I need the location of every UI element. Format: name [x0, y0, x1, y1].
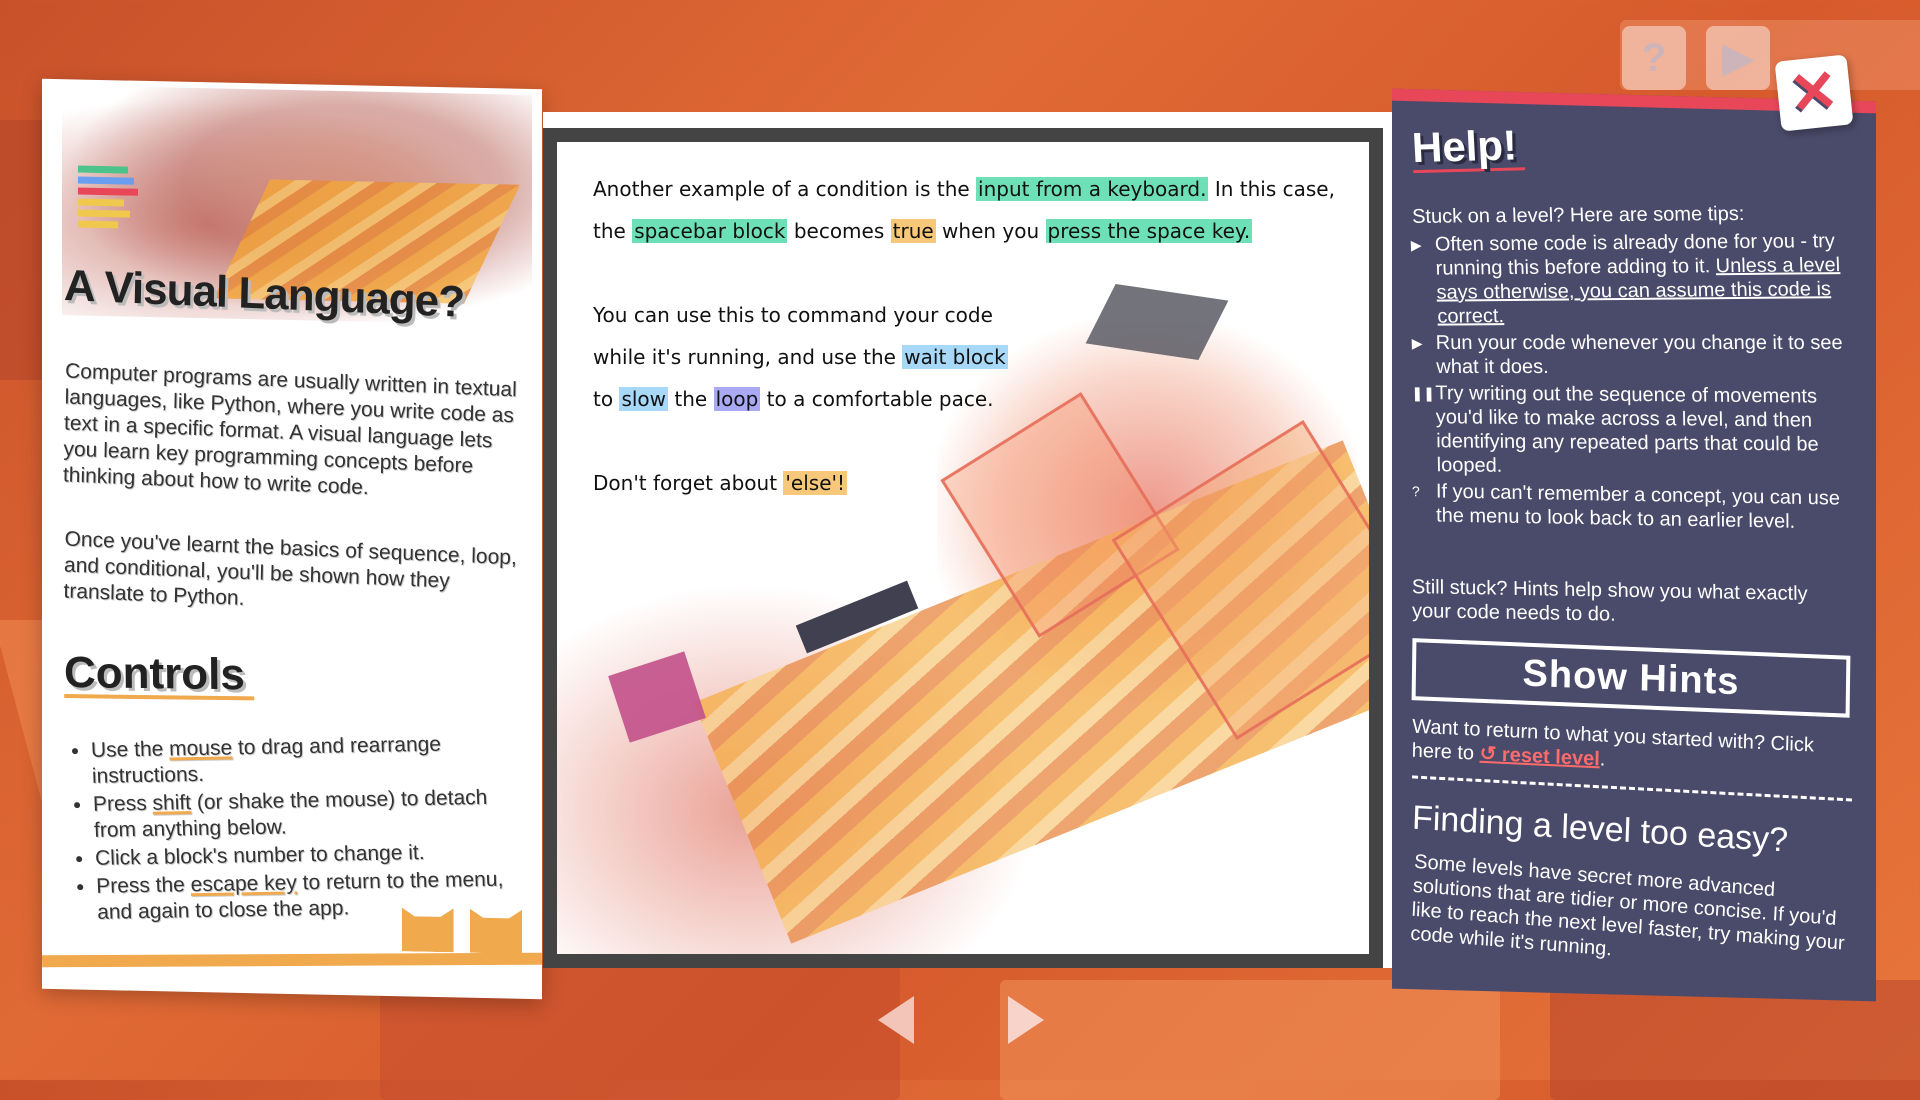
lesson-text: Another example of a condition is the in… [593, 168, 1353, 546]
help-intro: Stuck on a level? Here are some tips: [1411, 202, 1745, 228]
reset-text: Want to return to what you started with?… [1411, 715, 1815, 771]
cat-icon [402, 907, 454, 952]
help-title: Help! [1411, 121, 1525, 173]
tips-list: ▶ Often some code is already done for you… [1410, 225, 1852, 541]
control-item: Press shift (or shake the mouse) to deta… [93, 784, 535, 844]
tip-item: ? If you can't remember a concept, you ca… [1411, 480, 1841, 533]
pause-icon: ❚❚ [1411, 385, 1436, 402]
cat-icon [470, 909, 522, 954]
play-icon: ▶ [1411, 334, 1423, 351]
play-ghost-icon: ▶ [1706, 26, 1770, 90]
show-hints-button[interactable]: Show Hints [1411, 638, 1851, 718]
close-button[interactable]: ✕ [1774, 54, 1854, 132]
controls-title: Controls [64, 648, 254, 700]
lesson-paragraph: Another example of a condition is the in… [593, 177, 1335, 243]
question-icon: ? [1411, 483, 1420, 500]
reset-level-link[interactable]: ↺ reset level [1479, 743, 1600, 771]
key-label: escape key [190, 871, 298, 897]
basics-paragraph: Once you've learnt the basics of sequenc… [63, 527, 518, 611]
easy-title: Finding a level too easy? [1411, 798, 1789, 860]
control-item: Use the mouse to drag and rearrange inst… [91, 730, 533, 790]
left-page: A Visual Language? Computer programs are… [41, 78, 543, 1000]
prev-page-button[interactable] [878, 996, 914, 1044]
tip-item: ❚❚ Try writing out the sequence of moveme… [1411, 382, 1819, 477]
center-page: Another example of a condition is the in… [543, 112, 1393, 968]
easy-text: Some levels have secret more advanced so… [1409, 850, 1846, 961]
intro-paragraph: Computer programs are usually written in… [62, 359, 517, 500]
still-stuck-text: Still stuck? Hints help show you what ex… [1411, 576, 1808, 626]
cat-decoration [390, 907, 522, 959]
lesson-paragraph: Don't forget about 'else'! [593, 471, 848, 495]
illustration-frame: Another example of a condition is the in… [543, 128, 1383, 968]
controls-list: Use the mouse to drag and rearrange inst… [67, 730, 538, 928]
lesson-paragraph: You can use this to command your code wh… [593, 303, 1008, 411]
illustration: Another example of a condition is the in… [557, 142, 1369, 954]
key-label: shift [152, 791, 192, 815]
tip-item: ▶ Run your code whenever you change it to… [1411, 331, 1843, 378]
tip-item: ▶ Often some code is already done for you… [1410, 230, 1841, 328]
next-page-button[interactable] [1008, 996, 1044, 1044]
help-book: A Visual Language? Computer programs are… [0, 0, 1920, 1080]
help-panel: Help! Stuck on a level? Here are some ti… [1392, 88, 1876, 1002]
key-label: mouse [168, 736, 233, 761]
play-icon: ▶ [1410, 236, 1422, 253]
mini-code-blocks [78, 165, 138, 233]
help-ghost-icon: ? [1622, 26, 1686, 90]
close-icon: ✕ [1786, 57, 1842, 128]
